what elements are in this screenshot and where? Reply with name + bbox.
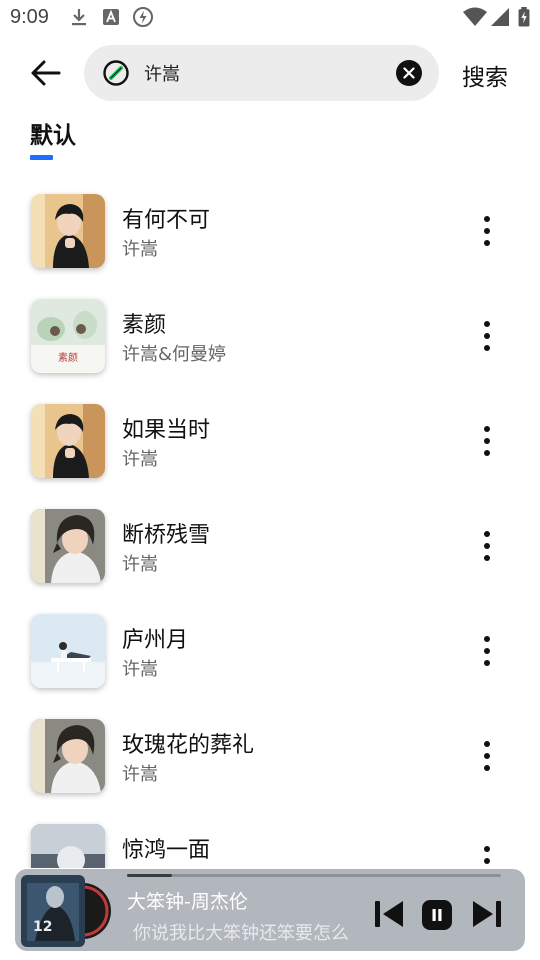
- song-artist: 许嵩: [122, 554, 158, 575]
- song-artist: 许嵩&何曼婷: [122, 344, 227, 365]
- a-box-icon: [103, 9, 119, 25]
- song-title: 有何不可: [122, 208, 211, 233]
- song-title: 如果当时: [122, 418, 211, 443]
- pause-button[interactable]: [422, 900, 452, 930]
- download-icon: [72, 9, 86, 26]
- song-artist: 许嵩: [122, 764, 158, 785]
- now-playing-title: 大笨钟-周杰伦: [127, 891, 248, 913]
- tab-default[interactable]: 默认: [30, 116, 76, 150]
- song-item[interactable]: 素颜 素颜 许嵩&何曼婷: [0, 285, 540, 390]
- more-options-button[interactable]: [474, 741, 500, 771]
- more-vertical-icon: [484, 531, 490, 537]
- more-vertical-icon: [484, 846, 490, 852]
- wifi-icon: [463, 7, 487, 26]
- more-vertical-icon: [484, 741, 490, 747]
- pause-icon: [432, 909, 442, 921]
- more-options-button[interactable]: [474, 531, 500, 561]
- playback-progress-fill: [127, 874, 172, 877]
- song-artist: 许嵩: [122, 865, 158, 868]
- more-options-button[interactable]: [474, 636, 500, 666]
- more-options-button[interactable]: [474, 846, 500, 868]
- lightning-icon: [133, 7, 153, 27]
- more-options-button[interactable]: [474, 426, 500, 456]
- song-title: 素颜: [122, 313, 167, 338]
- song-list[interactable]: 有何不可 许嵩 素颜 素颜 许嵩&何曼婷 如果当时 许嵩 断桥残雪 许嵩 庐州月…: [0, 180, 540, 868]
- song-title: 玫瑰花的葬礼: [122, 733, 255, 758]
- album-cover: 素颜: [31, 299, 105, 373]
- album-cover: [31, 824, 105, 868]
- song-item[interactable]: 玫瑰花的葬礼 许嵩: [0, 705, 540, 810]
- previous-icon[interactable]: [373, 899, 405, 929]
- more-options-button[interactable]: [474, 321, 500, 351]
- back-button[interactable]: [26, 54, 64, 92]
- signal-icon: [491, 8, 509, 26]
- svg-text:素颜: 素颜: [58, 351, 78, 364]
- album-cover: [31, 614, 105, 688]
- album-cover: [31, 719, 105, 793]
- album-cover: [31, 509, 105, 583]
- search-box[interactable]: [84, 45, 439, 101]
- app-logo-icon: [103, 60, 129, 86]
- album-cover: [31, 404, 105, 478]
- arrow-left-icon: [31, 60, 61, 86]
- song-artist: 许嵩: [122, 239, 158, 260]
- more-vertical-icon: [484, 426, 490, 432]
- song-title: 庐州月: [122, 628, 189, 653]
- next-icon[interactable]: [471, 899, 503, 929]
- search-button[interactable]: 搜索: [462, 58, 508, 92]
- status-bar: 9:09: [0, 0, 540, 36]
- mini-player[interactable]: 12 大笨钟-周杰伦 你说我比大笨钟还笨要怎么: [15, 869, 525, 951]
- battery-icon: [518, 7, 530, 27]
- close-icon: [403, 67, 415, 79]
- song-title: 惊鸿一面: [122, 838, 211, 863]
- song-artist: 许嵩: [122, 449, 158, 470]
- song-item[interactable]: 有何不可 许嵩: [0, 180, 540, 285]
- clear-search-button[interactable]: [396, 60, 422, 86]
- now-playing-lyric: 你说我比大笨钟还笨要怎么: [133, 923, 349, 944]
- now-playing-cover[interactable]: 12: [21, 875, 113, 947]
- more-vertical-icon: [484, 321, 490, 327]
- song-item[interactable]: 庐州月 许嵩: [0, 600, 540, 705]
- search-input[interactable]: [144, 59, 394, 87]
- playback-progress[interactable]: [127, 874, 501, 877]
- more-vertical-icon: [484, 636, 490, 642]
- album-cover: [31, 194, 105, 268]
- song-artist: 许嵩: [122, 659, 158, 680]
- svg-text:12: 12: [33, 919, 52, 935]
- more-options-button[interactable]: [474, 216, 500, 246]
- tab-indicator: [30, 155, 53, 160]
- song-item[interactable]: 断桥残雪 许嵩: [0, 495, 540, 600]
- more-vertical-icon: [484, 216, 490, 222]
- song-title: 断桥残雪: [122, 523, 211, 548]
- song-item[interactable]: 如果当时 许嵩: [0, 390, 540, 495]
- song-item[interactable]: 惊鸿一面 许嵩: [0, 810, 540, 868]
- status-time: 9:09: [10, 6, 49, 28]
